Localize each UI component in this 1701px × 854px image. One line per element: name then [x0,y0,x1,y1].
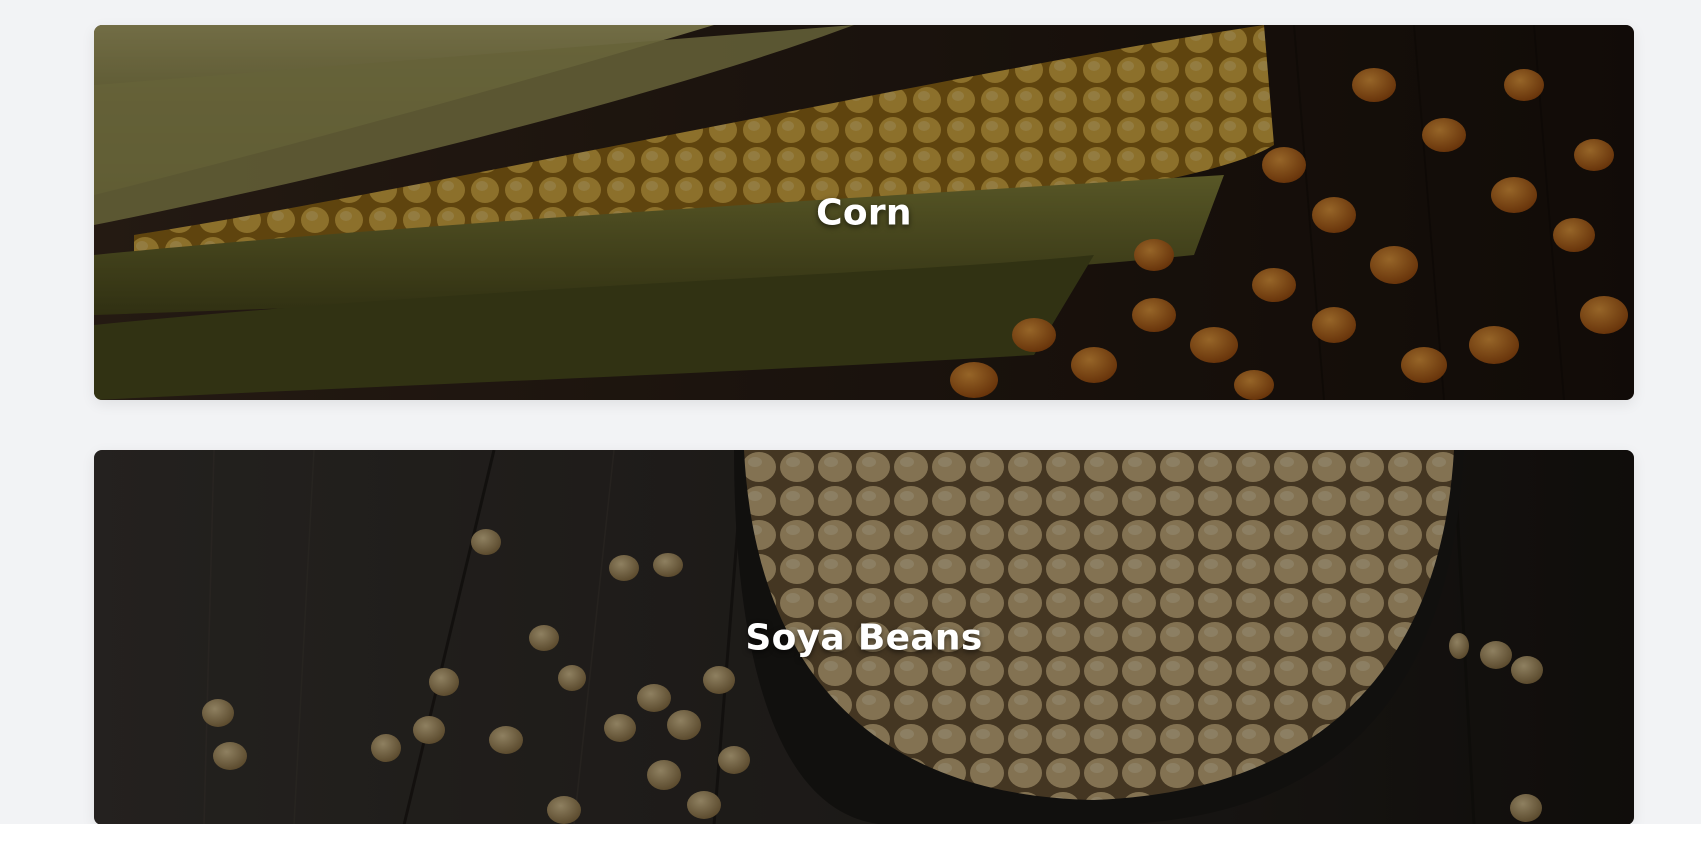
category-card-soya-beans[interactable]: Soya Beans [94,450,1634,825]
category-title: Corn [816,192,912,233]
category-title: Soya Beans [745,617,983,658]
page-footer-area [0,824,1701,854]
category-card-corn[interactable]: Corn [94,25,1634,400]
